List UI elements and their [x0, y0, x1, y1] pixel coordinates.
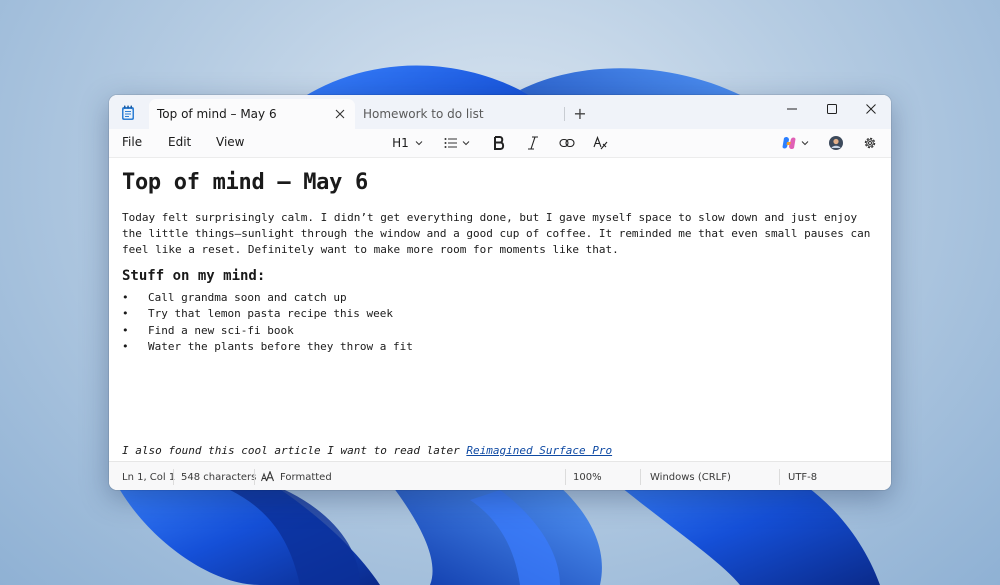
- article-link[interactable]: Reimagined Surface Pro: [466, 444, 612, 457]
- format-mode[interactable]: Formatted: [280, 472, 332, 483]
- plus-icon: +: [573, 104, 587, 123]
- document-subheading: Stuff on my mind:: [122, 268, 266, 284]
- character-count: 548 characters: [181, 472, 257, 483]
- menu-edit[interactable]: Edit: [168, 135, 191, 149]
- paragraph-line: the little things—sunlight through the w…: [122, 227, 871, 240]
- heading-label: H1: [392, 136, 409, 150]
- close-icon: [866, 104, 876, 114]
- bullet-icon: •: [122, 291, 129, 304]
- menu-file[interactable]: File: [122, 135, 142, 149]
- minimize-button[interactable]: [772, 95, 812, 123]
- text-format-icon: [261, 470, 275, 485]
- list-item-text: Water the plants before they throw a fit: [148, 339, 413, 353]
- copilot-icon: [782, 136, 795, 150]
- status-divider: [565, 469, 566, 485]
- chevron-down-icon: [415, 141, 423, 146]
- bullet-icon: •: [122, 339, 129, 353]
- list-item: • Water the plants before they throw a fi…: [122, 339, 413, 355]
- line-ending[interactable]: Windows (CRLF): [650, 472, 731, 483]
- italic-icon: [528, 136, 538, 150]
- status-divider: [640, 469, 641, 485]
- paragraph-line: feel like a reset. Definitely want to ma…: [122, 243, 619, 256]
- list-dropdown[interactable]: [441, 133, 473, 153]
- status-divider: [254, 469, 255, 485]
- list-item-text: Try that lemon pasta recipe this week: [148, 307, 394, 321]
- document-editor[interactable]: Top of mind – May 6 Today felt surprisin…: [109, 158, 891, 461]
- bullet-list: • Call grandma soon and catch up • Try tha…: [122, 290, 413, 355]
- list-item-text: Find a new sci-fi book: [148, 323, 294, 337]
- bold-button[interactable]: [489, 133, 509, 153]
- new-tab-button[interactable]: +: [570, 104, 590, 124]
- tab-divider: [564, 107, 565, 121]
- copilot-dropdown[interactable]: [779, 133, 811, 153]
- encoding[interactable]: UTF-8: [788, 472, 817, 483]
- chevron-down-icon: [462, 141, 469, 146]
- clear-formatting-icon: [593, 136, 608, 150]
- menu-view[interactable]: View: [216, 135, 244, 149]
- italic-button[interactable]: [523, 133, 543, 153]
- status-divider: [173, 469, 174, 485]
- clear-formatting-button[interactable]: [591, 133, 611, 153]
- bold-icon: [494, 136, 505, 150]
- document-paragraph: Today felt surprisingly calm. I didn’t g…: [122, 210, 882, 258]
- list-icon: [444, 138, 457, 148]
- notepad-window: Top of mind – May 6 Homework to do list …: [109, 95, 891, 490]
- title-bar: Top of mind – May 6 Homework to do list …: [109, 95, 891, 129]
- menu-toolbar: File Edit View H1: [109, 129, 891, 158]
- bullet-icon: •: [122, 323, 129, 337]
- heading-dropdown[interactable]: H1: [390, 133, 426, 153]
- close-window-button[interactable]: [851, 95, 891, 123]
- paragraph-line: Today felt surprisingly calm. I didn’t g…: [122, 211, 858, 224]
- settings-button[interactable]: [861, 133, 879, 153]
- account-avatar[interactable]: [827, 133, 845, 153]
- tab-label: Top of mind – May 6: [157, 107, 277, 121]
- article-line: I also found this cool article I want to…: [122, 444, 612, 457]
- list-item: • Try that lemon pasta recipe this week: [122, 306, 413, 322]
- list-item: • Find a new sci-fi book: [122, 323, 413, 339]
- cursor-position[interactable]: Ln 1, Col 1: [122, 472, 175, 483]
- tab-label: Homework to do list: [363, 107, 484, 121]
- maximize-icon: [827, 104, 837, 114]
- status-divider: [779, 469, 780, 485]
- maximize-button[interactable]: [812, 95, 852, 123]
- bullet-icon: •: [122, 307, 129, 321]
- gear-icon: [864, 137, 876, 149]
- minimize-icon: [787, 108, 797, 110]
- link-button[interactable]: [557, 133, 577, 153]
- chevron-down-icon: [801, 141, 808, 146]
- tab-homework[interactable]: Homework to do list: [355, 99, 565, 129]
- zoom-level[interactable]: 100%: [573, 472, 602, 483]
- list-item-text: Call grandma soon and catch up: [148, 291, 347, 304]
- article-text: I also found this cool article I want to…: [122, 444, 467, 457]
- list-item: • Call grandma soon and catch up: [122, 290, 413, 306]
- tab-top-of-mind[interactable]: Top of mind – May 6: [149, 99, 355, 129]
- document-heading: Top of mind – May 6: [122, 170, 368, 195]
- link-icon: [559, 138, 575, 148]
- close-tab-icon[interactable]: [333, 107, 347, 121]
- notepad-app-icon: [122, 105, 134, 120]
- status-bar: Ln 1, Col 1 548 characters Formatted 100…: [109, 461, 891, 490]
